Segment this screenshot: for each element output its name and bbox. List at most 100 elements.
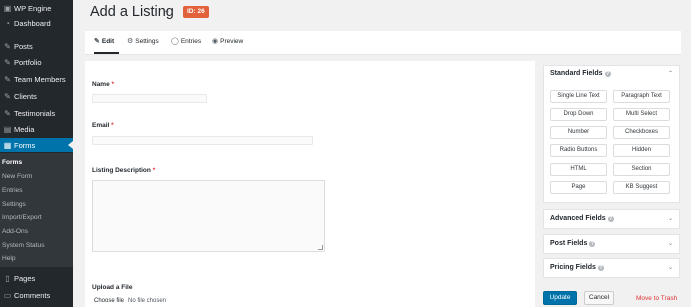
email-field[interactable] <box>92 136 313 145</box>
pin-icon: ✎ <box>4 108 11 118</box>
sidebar-item-label: Pages <box>14 273 36 283</box>
field-button-drop-down[interactable]: Drop Down <box>550 108 607 121</box>
tab-edit[interactable]: ✎ Edit <box>94 37 115 46</box>
tab-label: Preview <box>220 37 244 45</box>
sidebar-item-pages[interactable]: ▯ Pages <box>0 271 73 285</box>
required-mark: * <box>111 122 114 129</box>
sidebar-item-comments[interactable]: ▭ Comments <box>0 288 73 302</box>
name-label: Name * <box>92 81 115 88</box>
update-button[interactable]: Update <box>543 291 577 305</box>
pin-icon: ✎ <box>4 74 11 84</box>
chevron-down-icon[interactable]: ⌄ <box>668 264 673 271</box>
post-fields-header[interactable]: Post Fields ? <box>550 240 596 247</box>
field-button-html[interactable]: HTML <box>550 163 607 176</box>
chevron-down-icon[interactable]: ⌄ <box>668 240 673 247</box>
listing-description-label: Listing Description * <box>92 167 156 174</box>
help-icon[interactable]: ? <box>589 240 596 247</box>
pricing-fields-panel[interactable]: Pricing Fields ? ⌄ <box>543 258 680 278</box>
sidebar-item-wp-engine[interactable]: ▣ WP Engine <box>0 1 73 15</box>
field-button-number[interactable]: Number <box>550 126 607 139</box>
media-icon: ▤ <box>3 124 12 134</box>
standard-fields-header[interactable]: Standard Fields ? <box>550 70 611 77</box>
field-button-section[interactable]: Section <box>613 163 670 176</box>
sidebar-item-dashboard[interactable]: ◔ Dashboard <box>0 16 73 30</box>
sidebar-item-label: Media <box>14 124 35 134</box>
forms-submenu: Forms New Form Entries Settings Import/E… <box>0 153 73 267</box>
tab-settings[interactable]: ⚙ Settings <box>127 37 159 46</box>
name-field[interactable] <box>92 94 207 103</box>
sidebar-item-label: WP Engine <box>14 3 52 13</box>
sidebar-item-label: Portfolio <box>14 57 42 67</box>
submenu-item-new-form[interactable]: New Form <box>2 173 32 180</box>
submenu-item-forms[interactable]: Forms <box>2 159 22 166</box>
field-button-single-line-text[interactable]: Single Line Text <box>550 90 607 103</box>
tab-label: Settings <box>135 37 159 45</box>
tab-preview[interactable]: ◉ Preview <box>212 37 244 46</box>
cancel-button[interactable]: Cancel <box>584 291 614 305</box>
choose-file-button[interactable]: Choose file <box>94 298 124 304</box>
field-button-checkboxes[interactable]: Checkboxes <box>613 126 670 139</box>
submenu-item-settings[interactable]: Settings <box>2 201 26 208</box>
required-mark: * <box>111 81 115 88</box>
field-button-hidden[interactable]: Hidden <box>613 144 670 157</box>
post-fields-panel[interactable]: Post Fields ? ⌄ <box>543 234 680 254</box>
sidebar-item-label: Forms <box>14 140 36 150</box>
sidebar-item-team-members[interactable]: ✎ Team Members <box>0 72 73 86</box>
sidebar-item-clients[interactable]: ✎ Clients <box>0 89 73 103</box>
comments-icon: ▭ <box>3 290 12 300</box>
listing-description-textarea[interactable] <box>92 180 325 252</box>
submenu-item-add-ons[interactable]: Add-Ons <box>2 228 28 235</box>
admin-sidebar: ▣ WP Engine ◔ Dashboard ✎ Posts ✎ Portfo… <box>0 0 73 307</box>
field-button-page[interactable]: Page <box>550 181 607 194</box>
pricing-fields-header[interactable]: Pricing Fields ? <box>550 264 604 271</box>
field-button-multi-select[interactable]: Multi Select <box>613 108 670 121</box>
settings-icon: ⚙ <box>127 38 134 45</box>
sidebar-item-label: Team Members <box>14 74 66 84</box>
sidebar-item-label: Comments <box>14 290 51 300</box>
required-mark: * <box>152 167 156 174</box>
field-button-kb-suggest[interactable]: KB Suggest <box>613 181 670 194</box>
tab-label: Edit <box>101 37 115 45</box>
help-icon[interactable]: ? <box>604 70 611 77</box>
sidebar-item-posts[interactable]: ✎ Posts <box>0 39 73 53</box>
tab-entries[interactable]: ◯ Entries <box>171 37 202 46</box>
wp-engine-icon: ▣ <box>3 3 12 13</box>
form-id-badge: ID: 26 <box>183 6 209 18</box>
advanced-fields-panel[interactable]: Advanced Fields ? ⌄ <box>543 209 680 229</box>
submenu-item-import-export[interactable]: Import/Export <box>2 214 42 221</box>
submenu-item-system-status[interactable]: System Status <box>2 242 45 249</box>
submenu-item-entries[interactable]: Entries <box>2 187 23 194</box>
page-title: Add a Listing <box>90 4 174 20</box>
form-tabs: ✎ Edit ⚙ Settings ◯ Entries ◉ Preview <box>85 31 681 55</box>
entries-icon: ◯ <box>171 38 179 45</box>
no-file-chosen-text: No file chosen <box>128 298 167 304</box>
sidebar-item-label: Testimonials <box>14 108 56 118</box>
pages-icon: ▯ <box>5 273 10 283</box>
field-button-paragraph-text[interactable]: Paragraph Text <box>613 90 670 103</box>
pin-icon: ✎ <box>4 91 11 101</box>
standard-fields-panel: Standard Fields ? ⌃ Single Line Text Par… <box>543 65 680 203</box>
help-icon[interactable]: ? <box>597 264 604 271</box>
preview-icon: ◉ <box>212 38 219 45</box>
move-to-trash-link[interactable]: Move to Trash <box>636 295 677 302</box>
advanced-fields-header[interactable]: Advanced Fields ? <box>550 215 614 222</box>
pin-icon: ✎ <box>4 41 11 51</box>
sidebar-item-testimonials[interactable]: ✎ Testimonials <box>0 106 73 120</box>
help-icon[interactable]: ? <box>607 215 614 222</box>
edit-icon: ✎ <box>94 38 100 45</box>
upload-file-label: Upload a File <box>92 284 133 291</box>
sidebar-item-label: Clients <box>14 91 37 101</box>
field-button-radio-buttons[interactable]: Radio Buttons <box>550 144 607 157</box>
dashboard-icon: ◔ <box>5 18 10 28</box>
resize-handle[interactable] <box>318 245 323 250</box>
tab-label: Entries <box>180 37 202 45</box>
chevron-down-icon[interactable]: ⌄ <box>668 215 673 222</box>
sidebar-item-portfolio[interactable]: ✎ Portfolio <box>0 55 73 69</box>
sidebar-item-label: Dashboard <box>14 18 51 28</box>
chevron-down-icon[interactable]: ⌄ <box>163 5 171 16</box>
sidebar-item-forms[interactable]: ▦ Forms <box>0 138 73 152</box>
submenu-item-help[interactable]: Help <box>2 255 16 262</box>
chevron-up-icon[interactable]: ⌃ <box>668 70 673 77</box>
sidebar-item-media[interactable]: ▤ Media <box>0 122 73 136</box>
email-label: Email * <box>92 122 114 129</box>
